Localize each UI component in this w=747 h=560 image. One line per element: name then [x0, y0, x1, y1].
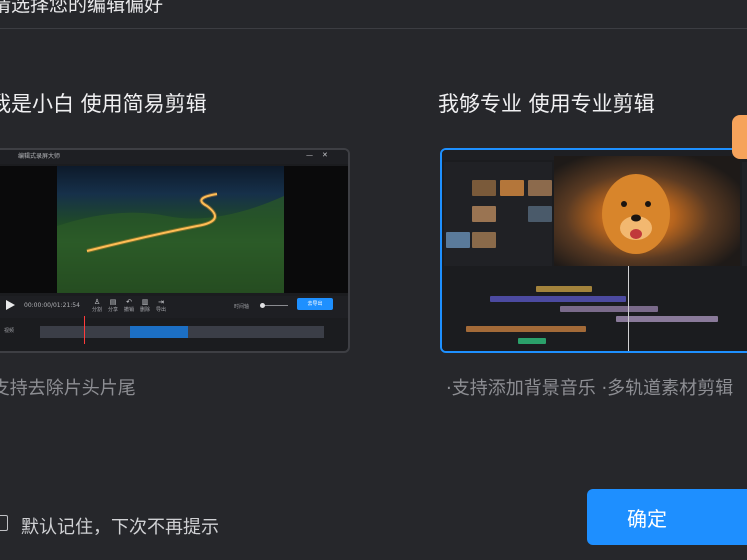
zoom-slider-handle — [260, 303, 265, 308]
corner-badge — [732, 115, 747, 159]
option-simple-description: ·支持去除片头片尾 — [0, 378, 136, 399]
pro-media-panel — [444, 162, 552, 266]
media-thumb — [528, 206, 552, 222]
timeline-clip — [518, 338, 546, 344]
header-title: 请选择您的编辑偏好 — [0, 0, 164, 16]
media-thumb — [528, 180, 552, 196]
remember-label[interactable]: 默认记住，下次不再提示 — [21, 513, 219, 539]
header-divider — [0, 28, 747, 29]
zoom-slider — [262, 305, 288, 306]
option-simple-title: 我是小白 使用简易剪辑 — [0, 92, 207, 116]
confirm-button[interactable]: 确定 — [587, 489, 747, 545]
preview-window-title: 编辑式录屏大师 — [18, 153, 61, 160]
media-thumb — [446, 232, 470, 248]
pro-viewer — [554, 156, 740, 266]
timeline-clip — [560, 306, 658, 312]
timeline-clip — [616, 316, 718, 322]
minimize-icon: — — [306, 151, 313, 159]
close-icon: ✕ — [322, 151, 328, 159]
play-icon — [6, 300, 15, 310]
option-pro-card[interactable] — [440, 148, 747, 353]
option-simple-card[interactable]: 编辑式录屏大师 — ✕ 00:00:00/01:21:54 ♙ 分割 ▤ 分享 ↶ 撤… — [0, 148, 350, 353]
video-letterbox-left — [0, 166, 57, 293]
media-thumb — [472, 206, 496, 222]
video-letterbox-right — [284, 166, 348, 293]
remember-checkbox[interactable] — [0, 515, 8, 531]
timeline-clip — [490, 296, 626, 302]
tool-export: ⇥ 导出 — [152, 298, 170, 313]
media-thumb — [472, 232, 496, 248]
timeline-selection — [130, 326, 188, 338]
option-pro-description: ·支持添加背景音乐 ·多轨道素材剪辑 — [446, 378, 734, 399]
media-thumb — [472, 180, 496, 196]
timeline-clip — [536, 286, 592, 292]
track-video-label: 视频 — [4, 328, 15, 334]
timecode: 00:00:00/01:21:54 — [24, 302, 80, 309]
media-thumb — [500, 180, 524, 196]
video-preview — [57, 166, 284, 293]
preview-export-button: 去导出 — [297, 298, 333, 310]
toggle-label: 时间轴 — [234, 304, 250, 310]
export-icon: ⇥ — [158, 298, 164, 306]
timeline-clip — [466, 326, 586, 332]
playhead — [84, 316, 85, 344]
pro-timeline — [442, 268, 747, 351]
option-pro-title: 我够专业 使用专业剪辑 — [438, 92, 655, 116]
pro-playhead — [628, 266, 629, 351]
pro-properties-panel — [742, 162, 747, 266]
